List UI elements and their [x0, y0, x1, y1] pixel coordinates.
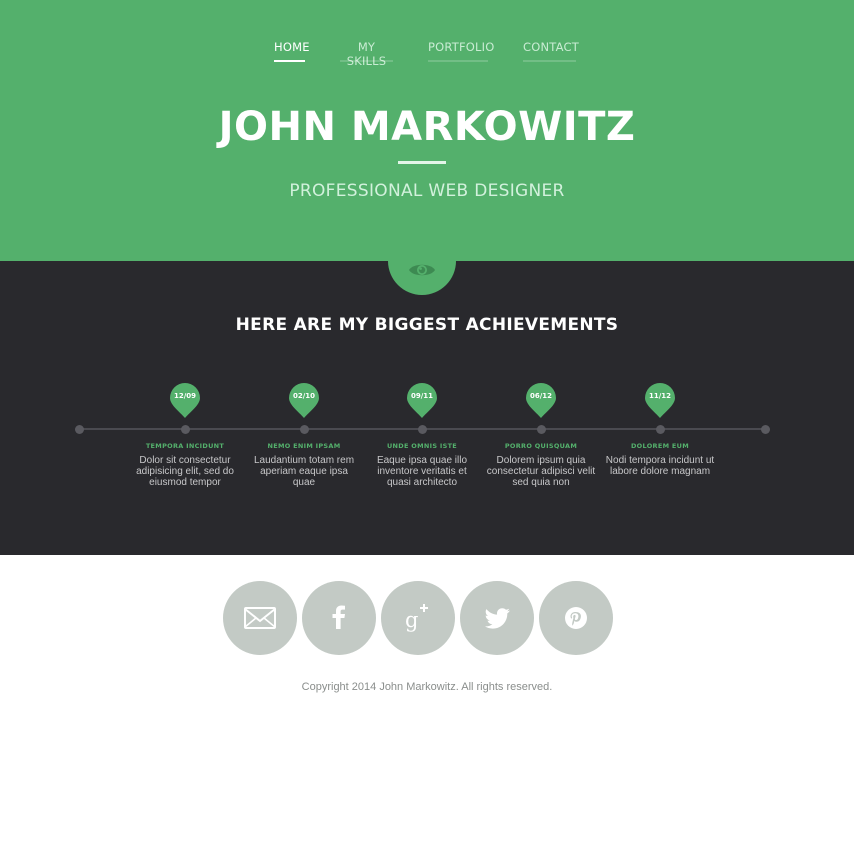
milestone-title: NEMO ENIM IPSAM: [267, 442, 341, 450]
nav-underline: [340, 60, 393, 62]
milestone-date: 06/12: [529, 392, 553, 400]
timeline-dot: [180, 424, 190, 434]
milestone-text: Dolorem ipsum quia consectetur adipisci …: [486, 455, 596, 488]
timeline-dot: [299, 424, 309, 434]
page-subtitle: PROFESSIONAL WEB DESIGNER: [289, 181, 565, 201]
facebook-icon: [332, 605, 345, 629]
facebook-button[interactable]: [302, 581, 376, 655]
milestone-date-pin: 12/09: [170, 383, 200, 419]
milestone-date-pin: 09/11: [407, 383, 437, 419]
milestone-date-pin: 06/12: [526, 383, 556, 419]
nav-underline: [274, 60, 305, 62]
milestone-text: Nodi tempora incidunt ut labore dolore m…: [605, 455, 715, 477]
milestone-title: UNDE OMNIS ISTE: [386, 442, 458, 450]
milestone-date-pin: 02/10: [289, 383, 319, 419]
map-pin-icon: [289, 383, 319, 418]
twitter-icon: [484, 608, 510, 629]
milestone-text: Dolor sit consectetur adipisicing elit, …: [136, 455, 234, 488]
milestone-title: TEMPORA INCIDUNT: [145, 442, 225, 450]
milestone-date: 12/09: [173, 392, 197, 400]
pinterest-icon: [565, 607, 587, 629]
nav-item-portfolio[interactable]: PORTFOLIO: [428, 40, 494, 62]
map-pin-icon: [407, 383, 437, 418]
google-plus-icon: g: [405, 604, 428, 632]
title-divider: [398, 161, 446, 164]
section-heading: HERE ARE MY BIGGEST ACHIEVEMENTS: [235, 315, 619, 335]
eye-icon: [409, 264, 435, 276]
nav-underline: [428, 60, 488, 62]
map-pin-icon: [526, 383, 556, 418]
nav-item-label: MY SKILLS: [346, 40, 387, 68]
milestone-text: Eaque ipsa quae illo inventore veritatis…: [376, 455, 468, 488]
google-plus-button[interactable]: g: [381, 581, 455, 655]
nav-item-label: CONTACT: [523, 40, 579, 54]
svg-text:g: g: [405, 608, 418, 632]
twitter-button[interactable]: [460, 581, 534, 655]
milestone-item: PORRO QUISQUAM Dolorem ipsum quia consec…: [486, 441, 596, 488]
main-nav: HOME MY SKILLS PORTFOLIO CONTACT: [0, 40, 854, 68]
milestone-text: Laudantium totam rem aperiam eaque ipsa …: [253, 455, 355, 488]
copyright-text: Copyright 2014 John Markowitz. All right…: [301, 681, 553, 693]
milestone-title: PORRO QUISQUAM: [504, 442, 578, 450]
nav-item-label: PORTFOLIO: [428, 40, 495, 54]
envelope-icon: [244, 607, 276, 629]
email-button[interactable]: [223, 581, 297, 655]
nav-item-my-skills[interactable]: MY SKILLS: [340, 40, 393, 68]
timeline-dot-end: [760, 424, 770, 434]
milestone-date-pin: 11/12: [645, 383, 675, 419]
eye-tab-top: [380, 220, 470, 261]
nav-item-home[interactable]: HOME: [274, 40, 309, 62]
timeline-dot: [536, 424, 546, 434]
map-pin-icon: [645, 383, 675, 418]
timeline-dot: [417, 424, 427, 434]
milestone-item: UNDE OMNIS ISTE Eaque ipsa quae illo inv…: [367, 441, 477, 488]
milestone-item: DOLOREM EUM Nodi tempora incidunt ut lab…: [605, 441, 715, 477]
nav-underline: [523, 60, 576, 62]
milestone-date: 02/10: [292, 392, 316, 400]
milestone-date: 11/12: [648, 392, 672, 400]
milestone-title: DOLOREM EUM: [630, 442, 690, 450]
page-title: JOHN MARKOWITZ: [218, 104, 636, 150]
timeline-dot-start: [75, 424, 84, 434]
timeline-dot: [655, 424, 665, 434]
milestone-item: NEMO ENIM IPSAM Laudantium totam rem ape…: [249, 441, 359, 488]
milestone-item: TEMPORA INCIDUNT Dolor sit consectetur a…: [130, 441, 240, 488]
nav-item-contact[interactable]: CONTACT: [523, 40, 579, 62]
map-pin-icon: [170, 383, 200, 418]
pinterest-button[interactable]: [539, 581, 613, 655]
nav-item-label: HOME: [274, 40, 310, 54]
milestone-date: 09/11: [410, 392, 434, 400]
